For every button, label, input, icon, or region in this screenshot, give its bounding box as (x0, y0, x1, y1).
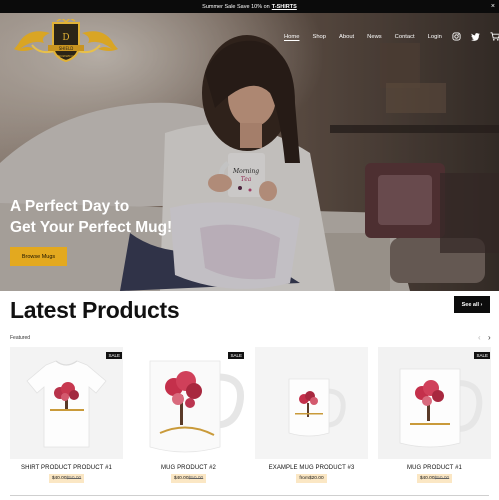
twitter-icon[interactable] (470, 32, 480, 41)
product-name[interactable]: EXAMPLE MUG PRODUCT #3 (255, 465, 368, 471)
see-all-button[interactable]: See all › (454, 296, 490, 313)
nav-item-shop[interactable]: Shop (312, 34, 326, 40)
divider (10, 495, 489, 496)
featured-label: Featured (10, 335, 31, 341)
mug-image (399, 368, 483, 448)
product-image[interactable] (378, 347, 491, 459)
product-carousel: SALE SHIRT PRODUCT PRODUCT #1 $40.00$50.… (10, 347, 499, 487)
product-name[interactable]: SHIRT PRODUCT PRODUCT #1 (10, 465, 123, 471)
product-name[interactable]: MUG PRODUCT #1 (378, 465, 491, 471)
product-card[interactable]: SALE MUG PRODUCT #1 $40.00$50.00 (378, 347, 491, 483)
close-icon[interactable]: × (491, 2, 495, 11)
nav-item-news[interactable]: News (367, 34, 382, 40)
product-price: from$20.00 (296, 474, 327, 483)
sale-badge: SALE (474, 352, 490, 359)
nav-item-about[interactable]: About (339, 34, 354, 40)
product-card[interactable]: SALE MUG PRODUCT #2 $40.00$50.00 (132, 347, 245, 483)
announcement-link[interactable]: T-SHIRTS (272, 4, 297, 10)
nav-item-home[interactable]: Home (284, 34, 299, 40)
sale-price: $40.00 (51, 476, 67, 481)
tshirt-image (26, 360, 107, 448)
hero-title: A Perfect Day to Get Your Perfect Mug! (10, 196, 210, 238)
product-image[interactable] (132, 347, 245, 459)
product-price: $40.00$50.00 (170, 474, 207, 483)
sale-price: $20.00 (308, 476, 324, 481)
product-card[interactable]: SALE SHIRT PRODUCT PRODUCT #1 $40.00$50.… (10, 347, 123, 483)
chevron-right-icon[interactable]: › (488, 333, 491, 342)
announcement-text: Summer Sale Save 10% on (202, 3, 270, 10)
product-card[interactable]: EXAMPLE MUG PRODUCT #3 from$20.00 (255, 347, 368, 483)
price-prefix: from (299, 476, 309, 481)
brand-name: SHIELD (59, 46, 74, 51)
regular-price: $50.00 (66, 476, 82, 481)
instagram-icon[interactable] (452, 32, 461, 41)
brand-caption: KNOWLEDGE (56, 54, 76, 58)
product-name[interactable]: MUG PRODUCT #2 (132, 465, 245, 471)
sale-price: $40.00 (173, 476, 189, 481)
hero-title-line-1: A Perfect Day to (10, 198, 130, 215)
nav-item-login[interactable]: Login (428, 34, 442, 40)
sale-badge: SALE (228, 352, 244, 359)
sale-badge: SALE (106, 352, 122, 359)
announcement-bar: Summer Sale Save 10% on T-SHIRTS × (0, 0, 499, 13)
product-image[interactable] (10, 347, 123, 459)
hero-title-line-2: Get Your Perfect Mug! (10, 219, 173, 236)
brand-logo[interactable]: D SHIELD KNOWLEDGE (10, 19, 122, 63)
cart-icon[interactable] (490, 32, 499, 41)
brand-initials: D (62, 33, 69, 43)
mug-image (149, 360, 245, 453)
product-price: $40.00$50.00 (48, 474, 85, 483)
hero-banner: Morning Tea D SHIELD KNOWLEDGE Home Shop… (0, 13, 499, 291)
nav-item-contact[interactable]: Contact (395, 34, 415, 40)
browse-mugs-button[interactable]: Browse Mugs (10, 247, 67, 266)
regular-price: $50.00 (188, 476, 204, 481)
chevron-left-icon[interactable]: ‹ (478, 333, 481, 342)
product-price: $40.00$50.00 (416, 474, 453, 483)
sale-price: $40.00 (419, 476, 435, 481)
mug-image (288, 378, 346, 437)
section-title: Latest Products (10, 297, 180, 323)
product-image[interactable] (255, 347, 368, 459)
main-nav: Home Shop About News Contact Login (284, 32, 499, 41)
regular-price: $50.00 (434, 476, 450, 481)
